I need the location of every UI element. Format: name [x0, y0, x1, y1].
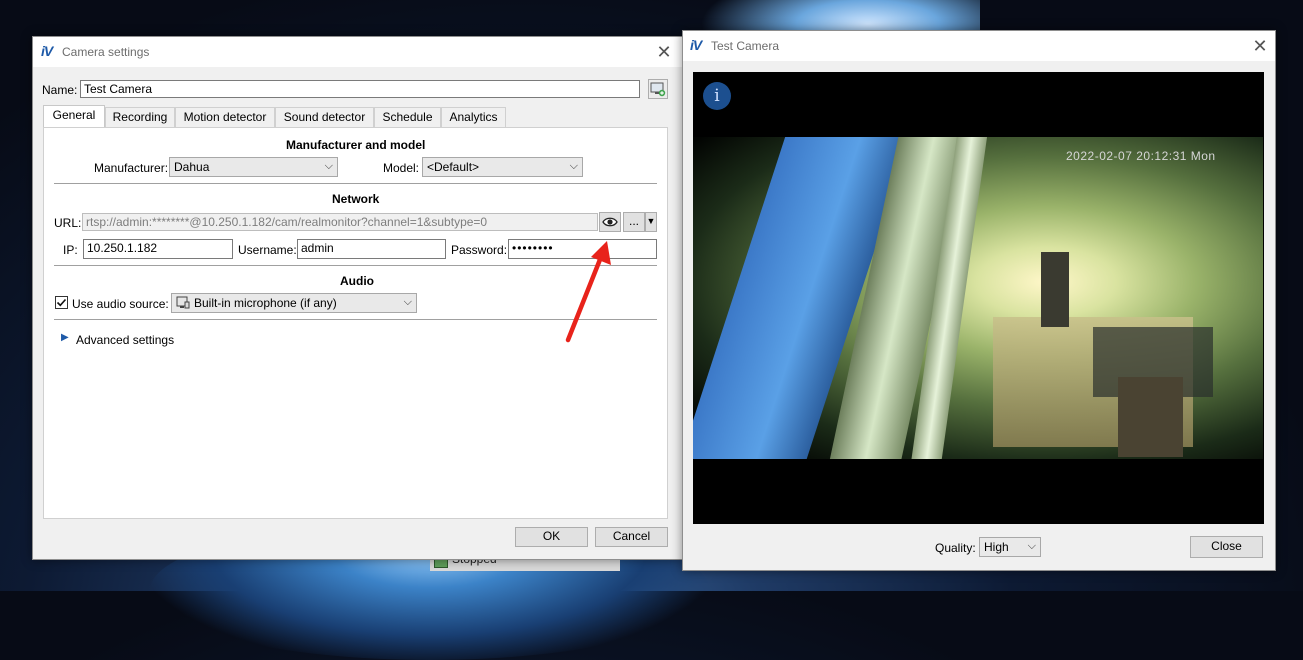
show-password-button[interactable]	[599, 212, 621, 232]
info-icon[interactable]: i	[703, 82, 731, 110]
window-title: Test Camera	[711, 39, 780, 53]
section-network-title: Network	[332, 192, 380, 206]
chevron-down-icon: ⌵	[569, 160, 578, 172]
close-icon[interactable]: ✕	[653, 41, 675, 63]
monitor-add-icon	[650, 82, 666, 97]
username-input[interactable]: admin	[297, 239, 446, 259]
ip-input[interactable]: 10.250.1.182	[83, 239, 233, 259]
use-audio-checkbox[interactable]	[55, 296, 68, 309]
settings-titlebar: iV Camera settings ✕	[33, 37, 682, 67]
camera-settings-window: iV Camera settings ✕ Name: Test Camera G…	[32, 36, 683, 560]
manufacturer-label: Manufacturer:	[94, 161, 169, 175]
url-label: URL:	[54, 216, 82, 230]
manufacturer-select[interactable]: Dahua ⌵	[169, 157, 338, 177]
annotation-arrow	[565, 241, 611, 343]
microphone-device-icon	[176, 296, 190, 309]
app-logo: iV	[41, 43, 53, 59]
office-cabinet	[1118, 377, 1183, 457]
use-audio-label[interactable]: Use audio source:	[72, 297, 169, 311]
password-label: Password:	[451, 243, 508, 257]
checkmark-icon	[56, 298, 67, 307]
ip-label: IP:	[63, 243, 78, 257]
close-icon[interactable]: ✕	[1249, 35, 1271, 57]
url-more-button[interactable]: ...	[623, 212, 645, 232]
model-select[interactable]: <Default> ⌵	[422, 157, 583, 177]
section-audio-title: Audio	[340, 274, 374, 288]
window-title: Camera settings	[62, 45, 150, 59]
tab-recording[interactable]: Recording	[105, 107, 175, 127]
divider	[54, 183, 657, 184]
eye-icon	[602, 217, 618, 227]
quality-select[interactable]: High ⌵	[979, 537, 1041, 557]
name-label: Name:	[42, 83, 78, 97]
audio-source-select[interactable]: Built-in microphone (if any) ⌵	[171, 293, 417, 313]
video-preview: 2022-02-07 20:12:31 Mon i	[693, 72, 1264, 524]
cancel-button[interactable]: Cancel	[595, 527, 668, 547]
advanced-settings-label[interactable]: Advanced settings	[76, 333, 174, 347]
video-timestamp: 2022-02-07 20:12:31 Mon	[1066, 149, 1216, 163]
tab-general[interactable]: General	[43, 105, 105, 127]
username-label: Username:	[238, 243, 297, 257]
section-manufacturer-title: Manufacturer and model	[286, 138, 426, 152]
tab-schedule[interactable]: Schedule	[374, 107, 441, 127]
tab-motion-detector[interactable]: Motion detector	[175, 107, 275, 127]
test-camera-window: iV Test Camera ✕ 2022-02-07 20:12:31 Mon…	[682, 30, 1276, 571]
tab-sound-detector[interactable]: Sound detector	[275, 107, 374, 127]
camera-name-input[interactable]: Test Camera	[80, 80, 640, 98]
app-logo: iV	[690, 37, 702, 53]
triangle-down-icon: ▼	[646, 216, 656, 226]
save-snapshot-button[interactable]	[648, 79, 668, 99]
chevron-down-icon: ⌵	[1027, 540, 1036, 552]
camera-image: 2022-02-07 20:12:31 Mon	[693, 137, 1263, 459]
chevron-down-icon: ⌵	[403, 296, 412, 308]
chevron-down-icon: ⌵	[324, 160, 333, 172]
office-door	[1041, 252, 1069, 327]
ok-button[interactable]: OK	[515, 527, 588, 547]
test-camera-titlebar: iV Test Camera ✕	[683, 31, 1275, 61]
url-field: rtsp://admin:********@10.250.1.182/cam/r…	[82, 213, 598, 231]
quality-label: Quality:	[935, 541, 976, 555]
expand-triangle-icon[interactable]: ▶	[61, 332, 69, 343]
url-dropdown-button[interactable]: ▼	[645, 212, 657, 232]
tab-analytics[interactable]: Analytics	[441, 107, 506, 127]
model-label: Model:	[383, 161, 420, 175]
close-button[interactable]: Close	[1190, 536, 1263, 558]
